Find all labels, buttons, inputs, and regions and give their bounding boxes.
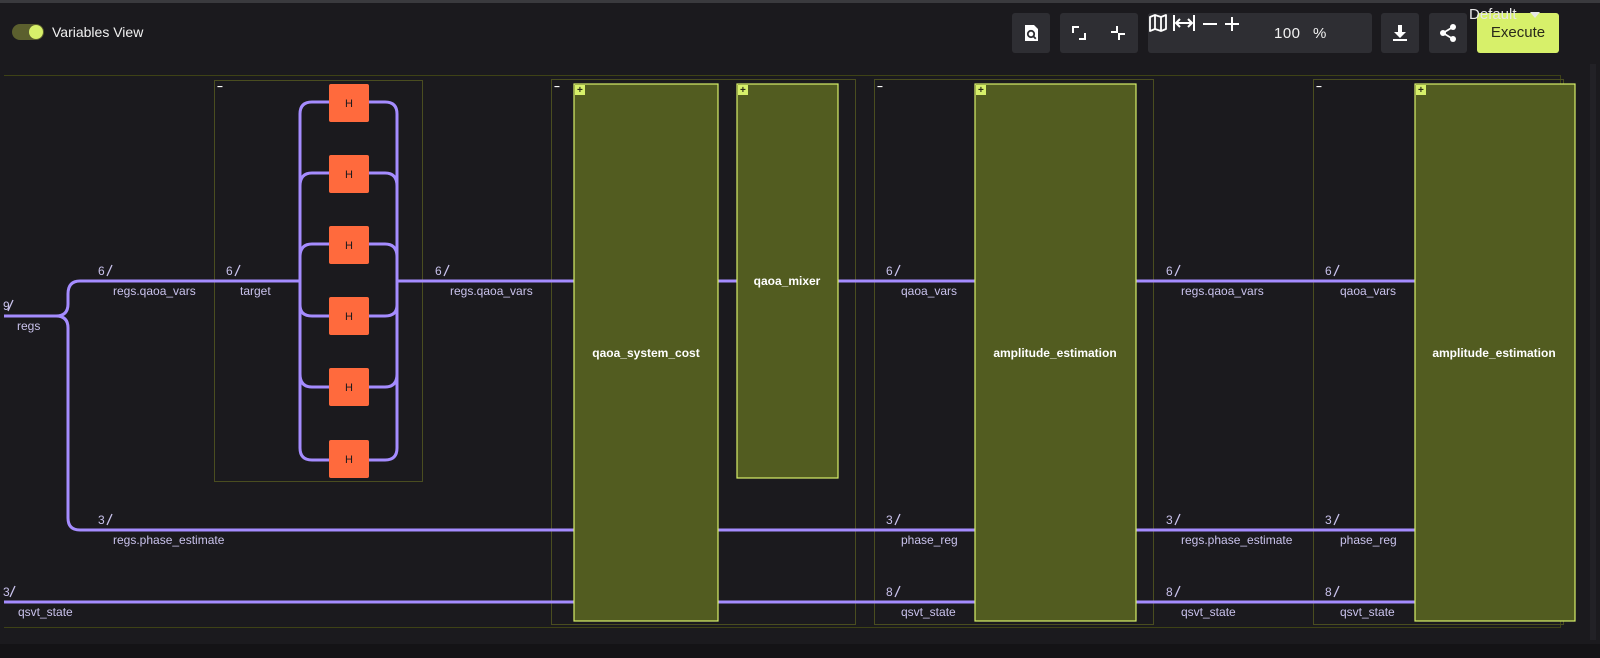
- ae2-qsvt-state-label: qsvt_state: [1340, 605, 1395, 619]
- regs-qaoa-vars-label: regs.qaoa_vars: [113, 284, 196, 298]
- ae2-qsvt-state-count: 8: [1325, 585, 1332, 599]
- collapse-icon[interactable]: −: [554, 82, 560, 93]
- qaoa-vars-out-count: 6: [435, 264, 442, 278]
- h-gate-label: H: [345, 169, 353, 181]
- expand-glyph: +: [978, 85, 984, 96]
- mid-regs-qaoa-vars-label: regs.qaoa_vars: [1181, 284, 1264, 298]
- regs-label: regs: [17, 319, 40, 333]
- ae2-phase-reg-count: 3: [1325, 513, 1332, 527]
- h-gate-label: H: [345, 382, 353, 394]
- mid-qsvt-state-count: 8: [1166, 585, 1173, 599]
- ae2-phase-reg-label: phase_reg: [1340, 533, 1397, 547]
- qsvt-state-label: qsvt_state: [18, 605, 73, 619]
- qaoa-system-cost-label: qaoa_system_cost: [592, 346, 699, 360]
- regs-phase-wire: [55, 314, 574, 532]
- amplitude-estimation-label: amplitude_estimation: [993, 346, 1116, 360]
- ae1-phase-reg-count: 3: [886, 513, 893, 527]
- ae2-qaoa-vars-count: 6: [1325, 264, 1332, 278]
- qsvt-state-count: 3: [3, 585, 10, 599]
- collapse-icon[interactable]: −: [217, 82, 223, 93]
- qaoa-vars-count: 6: [98, 264, 105, 278]
- hadamard-gates: H H H H H H: [329, 84, 369, 478]
- ae1-phase-reg-label: phase_reg: [901, 533, 958, 547]
- ae2-qaoa-vars-label: qaoa_vars: [1340, 284, 1396, 298]
- regs-count: 9: [3, 299, 10, 313]
- regs-phase-estimate-label: regs.phase_estimate: [113, 533, 225, 547]
- h-gate-label: H: [345, 311, 353, 323]
- target-count: 6: [226, 264, 233, 278]
- amplitude-estimation-label-2: amplitude_estimation: [1432, 346, 1555, 360]
- target-label: target: [240, 284, 271, 298]
- regs-qaoa-vars-out-label: regs.qaoa_vars: [450, 284, 533, 298]
- expand-glyph: +: [740, 85, 746, 96]
- collapse-icon[interactable]: −: [877, 82, 883, 93]
- h-gate-label: H: [345, 98, 353, 110]
- qaoa-mixer-label: qaoa_mixer: [754, 274, 821, 288]
- app-root: Variables View 100 % Execute Default H H…: [0, 0, 1600, 658]
- ae1-qsvt-state-label: qsvt_state: [901, 605, 956, 619]
- circuit-diagram: H H H H H H qaoa_system_cost qaoa_mixer …: [3, 79, 1576, 625]
- mid-qaoa-vars-count: 6: [1166, 264, 1173, 278]
- mid-regs-phase-estimate-label: regs.phase_estimate: [1181, 533, 1293, 547]
- h-gate-label: H: [345, 454, 353, 466]
- collapse-icon[interactable]: −: [1316, 82, 1322, 93]
- mid-phase-estimate-count: 3: [1166, 513, 1173, 527]
- phase-estimate-count: 3: [98, 513, 105, 527]
- ae1-qaoa-vars-count: 6: [886, 264, 893, 278]
- expand-glyph: +: [1418, 85, 1424, 96]
- mid-qsvt-state-label: qsvt_state: [1181, 605, 1236, 619]
- h-gate-label: H: [345, 240, 353, 252]
- ae1-qsvt-state-count: 8: [886, 585, 893, 599]
- expand-glyph: +: [577, 85, 583, 96]
- ae1-qaoa-vars-label: qaoa_vars: [901, 284, 957, 298]
